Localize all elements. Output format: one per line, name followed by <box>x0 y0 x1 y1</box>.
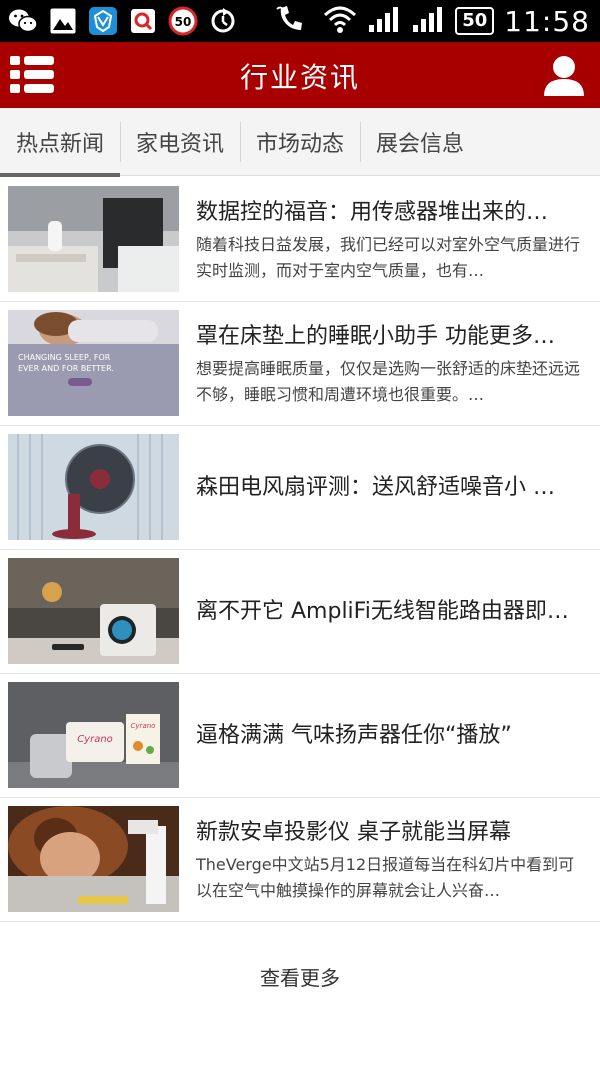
signal-icon <box>367 5 401 37</box>
page-title: 行业资讯 <box>239 61 360 94</box>
status-time: 11:58 <box>504 4 590 38</box>
news-title: 逼格满满 气味扬声器任你“播放” <box>196 723 512 748</box>
image-icon <box>48 6 78 36</box>
news-title: 离不开它 AmpliFi无线智能路由器即… <box>196 599 569 624</box>
news-title: 新款安卓投影仪 桌子就能当屏幕 <box>196 820 511 845</box>
tab-hot-news[interactable]: 热点新闻 <box>0 108 120 177</box>
news-thumbnail-projector <box>8 806 179 912</box>
news-summary: 随着科技日益发展，我们已经可以对室外空气质量进行实时监测，而对于室内空气质量，也… <box>196 235 581 280</box>
wechat-icon <box>8 6 38 36</box>
speed-50-icon: 50 <box>168 6 198 36</box>
user-icon[interactable] <box>542 54 586 98</box>
news-thumbnail-sensor <box>8 186 179 292</box>
shield-app-icon <box>88 6 118 36</box>
news-summary: TheVerge中文站5月12日报道每当在科幻片中看到可以在空气中触摸操作的屏幕… <box>196 855 575 900</box>
category-tabs: 热点新闻 家电资讯 市场动态 展会信息 <box>0 108 600 177</box>
news-summary: 想要提高睡眠质量，仅仅是选购一张舒适的床垫还远远不够，睡眠习惯和周遭环境也很重要… <box>196 359 581 404</box>
news-item[interactable]: 新款安卓投影仪 桌子就能当屏幕 TheVerge中文站5月12日报道每当在科幻片… <box>0 798 600 922</box>
news-item[interactable]: CHANGING SLEEP, FOR EVER AND FOR BETTER.… <box>0 302 600 426</box>
news-thumbnail-scent-speaker: Cyrano Cyrano <box>8 682 179 788</box>
sync-icon <box>208 6 238 36</box>
news-item[interactable]: Cyrano Cyrano 逼格满满 气味扬声器任你“播放” <box>0 674 600 798</box>
svg-text:CHANGING SLEEP, FOR: CHANGING SLEEP, FOR <box>18 353 111 362</box>
news-thumbnail-fan <box>8 434 179 540</box>
news-item[interactable]: 离不开它 AmpliFi无线智能路由器即… <box>0 550 600 674</box>
news-thumbnail-router <box>8 558 179 664</box>
news-thumbnail-mattress: CHANGING SLEEP, FOR EVER AND FOR BETTER. <box>8 310 179 416</box>
svg-text:EVER AND FOR BETTER.: EVER AND FOR BETTER. <box>18 364 114 373</box>
status-bar: 50 50 11:58 <box>0 0 600 42</box>
news-title: 数据控的福音：用传感器堆出来的… <box>196 200 549 225</box>
system-icons: 50 11:58 <box>275 4 590 38</box>
app-header: 行业资讯 <box>0 42 600 108</box>
svg-text:Cyrano: Cyrano <box>131 722 156 730</box>
wifi-calling-icon <box>275 4 313 38</box>
news-item[interactable]: 数据控的福音：用传感器堆出来的… 随着科技日益发展，我们已经可以对室外空气质量进… <box>0 178 600 302</box>
news-list: 数据控的福音：用传感器堆出来的… 随着科技日益发展，我们已经可以对室外空气质量进… <box>0 178 600 922</box>
wifi-icon <box>323 4 357 38</box>
tab-appliance-news[interactable]: 家电资讯 <box>120 108 240 176</box>
tab-exhibition-info[interactable]: 展会信息 <box>360 108 480 176</box>
news-item[interactable]: 森田电风扇评测：送风舒适噪音小 … <box>0 426 600 550</box>
svg-text:50: 50 <box>175 15 192 29</box>
news-title: 森田电风扇评测：送风舒适噪音小 … <box>196 475 555 500</box>
load-more-button[interactable]: 查看更多 <box>0 958 600 998</box>
svg-text:Cyrano: Cyrano <box>77 734 113 745</box>
tab-market-trends[interactable]: 市场动态 <box>240 108 360 176</box>
battery-icon: 50 <box>455 7 495 35</box>
news-title: 罩在床垫上的睡眠小助手 功能更多… <box>196 324 555 349</box>
search-app-icon <box>128 6 158 36</box>
notification-icons: 50 <box>8 6 238 36</box>
signal-2-icon <box>411 5 445 37</box>
